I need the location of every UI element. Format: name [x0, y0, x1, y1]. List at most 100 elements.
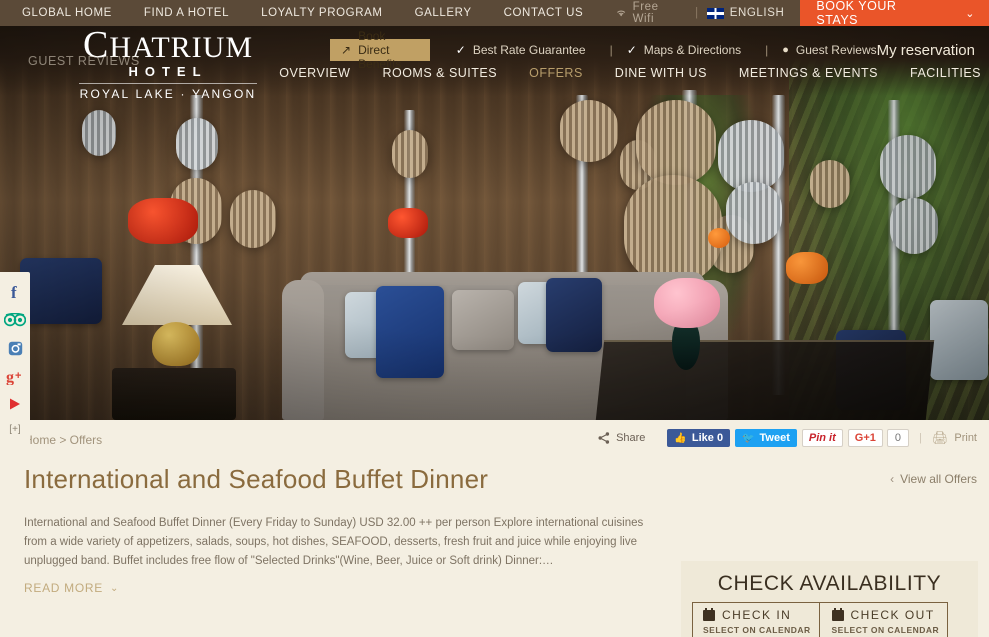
check-in-value: SELECT ON CALENDAR [703, 625, 811, 635]
print-label: Print [954, 432, 977, 444]
thumbs-up-icon: 👍 [674, 432, 687, 444]
header-separator: | [609, 43, 613, 57]
read-more-label: READ MORE [24, 581, 103, 595]
best-rate-guarantee-item[interactable]: ✓ Best Rate Guarantee [456, 43, 586, 57]
offer-description: International and Seafood Buffet Dinner … [24, 517, 644, 567]
share-label: Share [616, 432, 646, 444]
facebook-glyph: f [11, 284, 17, 301]
print-button[interactable]: 🖨 Print [932, 430, 977, 446]
printer-icon: 🖨 [931, 430, 949, 445]
twitter-tweet-label: Tweet [759, 432, 790, 444]
check-availability-panel: CHECK AVAILABILITY CHECK IN SELECT ON CA… [681, 561, 978, 637]
pinterest-pin-label: Pin it [808, 432, 836, 444]
googleplus-icon[interactable]: g + [0, 362, 30, 390]
check-out-value: SELECT ON CALENDAR [831, 625, 940, 635]
calendar-icon [703, 607, 715, 621]
book-direct-benefits-label: Book Direct Benefits [358, 29, 402, 71]
facebook-like-button[interactable]: 👍 Like 0 [667, 429, 731, 447]
nav-item-facilities[interactable]: FACILITIES [910, 66, 981, 80]
expand-icon[interactable]: [+] [0, 418, 30, 440]
ghost-guest-reviews-text: GUEST REVIEWS [28, 54, 140, 68]
language-selector[interactable]: ENGLISH [706, 7, 785, 19]
site-header: GUEST REVIEWS CHATRIUM HOTEL ROYAL LAKE … [0, 26, 989, 101]
guest-reviews-item[interactable]: ● Guest Reviews [782, 43, 876, 57]
check-out-label: CHECK OUT [850, 608, 935, 622]
global-nav-item-find-a-hotel[interactable]: FIND A HOTEL [144, 7, 229, 19]
global-nav-item-gallery[interactable]: GALLERY [415, 7, 472, 19]
check-icon: ✓ [455, 43, 466, 57]
facebook-icon[interactable]: f [0, 278, 30, 306]
nav-item-rooms-suites[interactable]: ROOMS & SUITES [382, 66, 497, 80]
youtube-icon[interactable] [0, 390, 30, 418]
top-utility-right: Free Wifi | ENGLISH BOOK YOUR STAYS ⌄ [615, 0, 989, 27]
guest-reviews-label: Guest Reviews [795, 43, 877, 57]
content-area: Home > Offers Share 👍 Like 0 🐦 Tweet Pin… [0, 420, 989, 637]
youtube-play-glyph [10, 398, 20, 410]
global-nav-item-loyalty-program[interactable]: LOYALTY PROGRAM [261, 7, 382, 19]
share-separator: | [919, 432, 922, 444]
best-rate-guarantee-label: Best Rate Guarantee [472, 43, 586, 57]
nav-item-dine-with-us[interactable]: DINE WITH US [615, 66, 707, 80]
instagram-icon[interactable] [0, 334, 30, 362]
read-more-button[interactable]: READ MORE ⌄ [24, 581, 119, 595]
nav-item-offers[interactable]: OFFERS [529, 66, 583, 80]
share-icon [598, 432, 610, 444]
googleplus-plusone-label: G+1 [854, 432, 876, 444]
wifi-icon [617, 10, 626, 17]
global-nav-item-contact-us[interactable]: CONTACT US [504, 7, 584, 19]
social-rail: f g + [+] [0, 272, 30, 444]
check-in-field[interactable]: CHECK IN SELECT ON CALENDAR [693, 603, 819, 637]
twitter-tweet-button[interactable]: 🐦 Tweet [735, 429, 797, 447]
tripadvisor-icon[interactable] [0, 306, 30, 334]
check-icon: ✓ [626, 43, 637, 57]
uk-flag-icon [706, 7, 724, 19]
my-reservation-link[interactable]: My reservation [877, 42, 975, 59]
googleplus-glyph: g + [6, 369, 21, 385]
tripadvisor-owl-glyph [4, 313, 26, 327]
header-separator: | [765, 43, 769, 57]
svg-text:f: f [11, 284, 17, 301]
page-title: International and Seafood Buffet Dinner [24, 464, 489, 494]
date-range-picker: CHECK IN SELECT ON CALENDAR CHECK OUT SE… [692, 602, 948, 637]
twitter-bird-icon: 🐦 [742, 432, 755, 444]
header-benefits-row: ↗ Book Direct Benefits ✓ Best Rate Guara… [330, 29, 989, 71]
chevron-left-icon: ‹ [890, 472, 895, 486]
svg-text:+: + [15, 370, 21, 382]
language-label: ENGLISH [729, 7, 785, 19]
global-nav: GLOBAL HOME FIND A HOTEL LOYALTY PROGRAM… [22, 7, 615, 19]
nav-item-overview[interactable]: OVERVIEW [279, 66, 350, 80]
page-root: GLOBAL HOME FIND A HOTEL LOYALTY PROGRAM… [0, 0, 989, 637]
nav-item-meetings-events[interactable]: MEETINGS & EVENTS [739, 66, 878, 80]
check-availability-heading: CHECK AVAILABILITY [717, 572, 942, 595]
chevron-down-icon: ⌄ [965, 7, 975, 20]
check-in-label: CHECK IN [722, 608, 792, 622]
free-wifi-label: Free Wifi [632, 1, 659, 25]
chevron-down-icon: ⌄ [109, 582, 120, 594]
global-nav-item-global-home[interactable]: GLOBAL HOME [22, 7, 112, 19]
check-out-field[interactable]: CHECK OUT SELECT ON CALENDAR [818, 603, 948, 637]
maps-directions-item[interactable]: ✓ Maps & Directions [627, 43, 741, 57]
check-in-header: CHECK IN [703, 607, 819, 622]
googleplus-count: 0 [886, 429, 909, 447]
facebook-like-label: Like 0 [691, 432, 724, 444]
arrow-up-right-icon: ↗ [341, 43, 352, 57]
book-your-stays-button[interactable]: BOOK YOUR STAYS ⌄ [800, 0, 989, 27]
book-your-stays-label: BOOK YOUR STAYS [816, 0, 897, 27]
svg-text:g: g [6, 369, 14, 385]
free-wifi-indicator: Free Wifi [615, 1, 681, 25]
main-navigation: OVERVIEW ROOMS & SUITES OFFERS DINE WITH… [247, 66, 981, 80]
maps-directions-label: Maps & Directions [643, 43, 742, 57]
instagram-camera-glyph [8, 341, 22, 355]
breadcrumb[interactable]: Home > Offers [24, 433, 102, 447]
calendar-icon [831, 607, 844, 621]
pin-icon: ● [782, 44, 789, 56]
view-all-offers-link[interactable]: ‹ View all Offers [890, 472, 977, 486]
topbar-separator: | [695, 7, 699, 19]
share-button[interactable]: Share [598, 432, 645, 444]
googleplus-plusone-button[interactable]: G+1 [847, 429, 883, 447]
pinterest-pin-button[interactable]: Pin it [801, 429, 843, 447]
view-all-offers-label: View all Offers [900, 472, 977, 486]
check-out-header: CHECK OUT [831, 607, 948, 622]
top-utility-bar: GLOBAL HOME FIND A HOTEL LOYALTY PROGRAM… [0, 0, 989, 27]
book-direct-benefits-button[interactable]: ↗ Book Direct Benefits [330, 29, 430, 71]
